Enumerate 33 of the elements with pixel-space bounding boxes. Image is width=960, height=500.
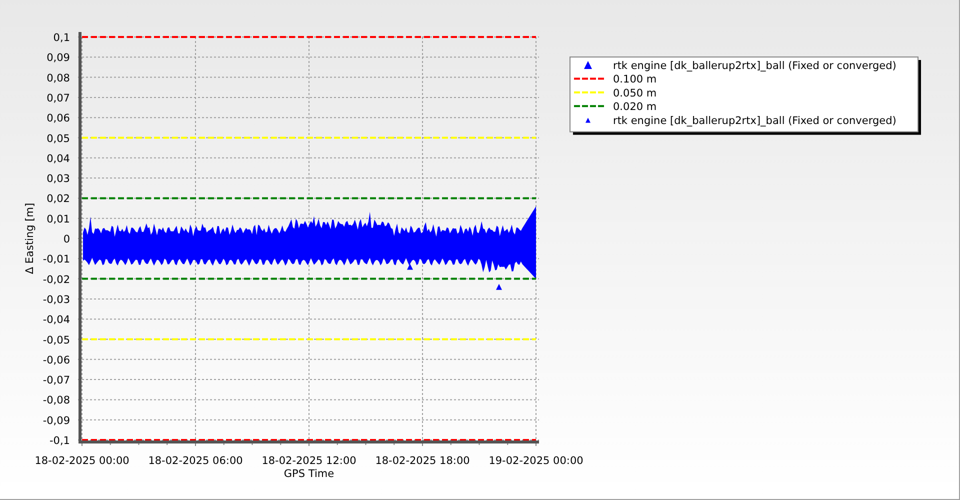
y-axis-title: Δ Easting [m] xyxy=(24,202,36,274)
y-tick-label: 0,07 xyxy=(46,92,70,104)
legend-label: 0.020 m xyxy=(613,101,657,114)
y-tick-label: 0,02 xyxy=(46,193,70,206)
y-tick-label: 0,06 xyxy=(46,112,70,125)
x-tick-label: 18-02-2025 12:00 xyxy=(262,455,356,467)
y-tick-label: 0,03 xyxy=(46,173,70,186)
y-tick-label: -0,07 xyxy=(42,374,70,387)
y-tick-label: -0,05 xyxy=(42,334,70,346)
x-axis-title: GPS Time xyxy=(284,468,334,480)
y-tick-label: 0,09 xyxy=(46,52,70,64)
y-tick-label: -0,02 xyxy=(42,274,70,286)
x-tick-label: 18-02-2025 18:00 xyxy=(375,455,470,467)
legend-label: rtk engine [dk_ballerup2rtx]_ball (Fixed or converged) xyxy=(613,60,896,72)
y-tick-label: 0 xyxy=(63,234,70,246)
y-tick-label: -0,09 xyxy=(42,414,70,427)
legend-label: 0.100 m xyxy=(613,74,657,86)
y-tick-label: -0,1 xyxy=(50,435,70,447)
legend-label: rtk engine [dk_ballerup2rtx]_ball (Fixed or converged) xyxy=(613,114,896,127)
y-tick-label: -0,06 xyxy=(42,354,70,366)
y-tick-label: 0,05 xyxy=(46,132,70,145)
x-tick-label: 18-02-2025 00:00 xyxy=(34,455,130,467)
x-tick-label: 19-02-2025 00:00 xyxy=(488,455,584,467)
y-tick-label: 0,1 xyxy=(53,32,70,44)
legend-label: 0.050 m xyxy=(613,87,657,100)
y-tick-label: 0,08 xyxy=(46,72,70,84)
y-tick-label: -0,04 xyxy=(42,314,70,326)
y-tick-label: 0,01 xyxy=(46,213,70,226)
y-tick-label: 0,04 xyxy=(46,152,70,165)
x-tick-label: 18-02-2025 06:00 xyxy=(148,455,243,467)
y-tick-label: -0,03 xyxy=(42,294,70,306)
y-tick-label: -0,01 xyxy=(42,254,70,266)
y-tick-label: -0,08 xyxy=(42,394,70,407)
